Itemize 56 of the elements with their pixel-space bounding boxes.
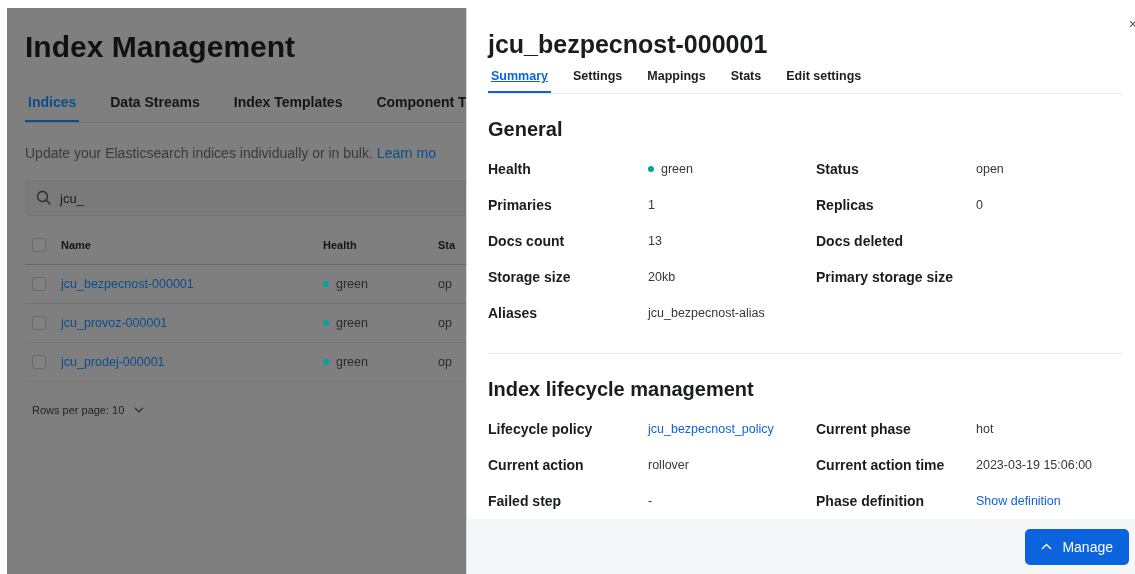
tab[interactable]: Data Streams [107, 94, 203, 122]
tab[interactable]: Stats [727, 67, 765, 93]
manage-button[interactable]: Manage [1025, 528, 1129, 565]
search-field[interactable]: jcu_ [25, 180, 466, 216]
chevron-up-icon [1041, 543, 1053, 550]
field-label: Current phase [816, 421, 912, 437]
field-label: Primary storage size [816, 269, 954, 285]
field-label: Current action [488, 457, 585, 473]
tab[interactable]: Summary [488, 67, 551, 93]
column-header[interactable]: Name [61, 239, 323, 251]
section-heading: Index lifecycle management [488, 378, 755, 401]
column-header[interactable]: Health [323, 239, 438, 251]
health-text: green [336, 355, 368, 369]
field-label: Current action time [816, 457, 946, 473]
field-value: green [661, 162, 693, 176]
field-label: Aliases [488, 305, 539, 321]
field-value: 1 [648, 198, 655, 212]
health-text: green [336, 277, 368, 291]
status-text: op [438, 316, 452, 330]
field-link[interactable]: jcu_bezpecnost_policy [648, 422, 774, 436]
field-link[interactable]: Show definition [976, 494, 1061, 508]
column-header[interactable]: Sta [438, 239, 456, 251]
field-label: Status [816, 161, 860, 177]
description-text: Update your Elasticsearch indices individually or in bulk. [25, 145, 373, 161]
field-label: Replicas [816, 197, 875, 213]
field-value: jcu_bezpecnost-alias [648, 306, 765, 320]
tab[interactable]: Settings [570, 67, 626, 93]
health-text: green [336, 316, 368, 330]
tab[interactable]: Edit settings [783, 67, 865, 93]
field-label: Storage size [488, 269, 572, 285]
flyout-title: jcu_bezpecnost-000001 [488, 30, 769, 59]
field-value: hot [976, 422, 994, 436]
field-value: 13 [648, 234, 662, 248]
field-value: 0 [976, 198, 983, 212]
chevron-down-icon [134, 407, 145, 413]
status-text: op [438, 277, 452, 291]
field-label: Failed step [488, 493, 563, 509]
field-value: - [648, 494, 653, 508]
field-label: Docs deleted [816, 233, 905, 249]
field-label: Lifecycle policy [488, 421, 594, 437]
section-heading: General [488, 118, 564, 141]
rows-per-page-button[interactable]: Rows per page: 10 [32, 404, 125, 416]
search-icon [36, 190, 52, 206]
tab[interactable]: Index Templates [230, 94, 346, 122]
tab[interactable]: Component T [373, 94, 466, 122]
field-label: Phase definition [816, 493, 926, 509]
page-title: Index Management [25, 30, 297, 64]
status-text: op [438, 355, 452, 369]
field-value: 20kb [648, 270, 676, 284]
field-label: Docs count [488, 233, 566, 249]
field-label: Health [488, 161, 532, 177]
field-value: 2023-03-19 15:06:00 [976, 458, 1093, 472]
field-value: open [976, 162, 1004, 176]
field-label: Primaries [488, 197, 553, 213]
field-value: rollover [648, 458, 689, 472]
tab[interactable]: Mappings [644, 67, 709, 93]
